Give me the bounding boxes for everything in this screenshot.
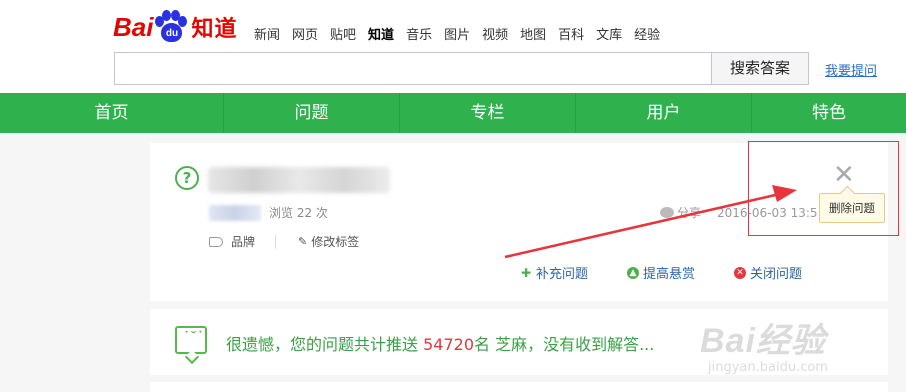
share-label[interactable]: 分享 bbox=[677, 204, 701, 221]
search-input[interactable] bbox=[114, 52, 712, 85]
nav-item-zhidao[interactable]: 知道 bbox=[368, 24, 394, 43]
nav-item-news[interactable]: 新闻 bbox=[254, 24, 280, 43]
nav-item-jingyan[interactable]: 经验 bbox=[634, 24, 660, 43]
add-details-label: 补充问题 bbox=[536, 267, 589, 282]
push-notice: 很遗憾，您的问题共计推送 54720名 芝麻，没有收到解答... bbox=[226, 331, 654, 355]
blurred-username bbox=[209, 205, 261, 221]
baidu-jingyan-watermark: Bai经验 jingyan.baidu.com bbox=[700, 313, 828, 375]
close-question-action[interactable]: ✕ 关闭问题 bbox=[734, 263, 802, 282]
sad-face-icon: ˙˘˙ bbox=[175, 326, 207, 354]
close-question-label: 关闭问题 bbox=[750, 267, 803, 282]
baidu-zhidao-logo[interactable]: Bai du 知道 bbox=[113, 6, 237, 48]
main-nav-home[interactable]: 首页 bbox=[0, 93, 224, 133]
wechat-icon[interactable] bbox=[660, 207, 674, 218]
nav-item-web[interactable]: 网页 bbox=[292, 24, 318, 43]
main-nav-columns[interactable]: 专栏 bbox=[400, 93, 576, 133]
main-nav-features[interactable]: 特色 bbox=[752, 93, 906, 133]
tag-icon bbox=[209, 236, 223, 247]
notice-suffix: 名 芝麻，没有收到解答... bbox=[474, 335, 655, 354]
product-nav: 新闻 网页 贴吧 知道 音乐 图片 视频 地图 百科 文库 经验 bbox=[254, 24, 672, 43]
main-nav-bar: 首页 问题 专栏 用户 特色 bbox=[0, 93, 906, 133]
raise-reward-label: 提高悬赏 bbox=[643, 267, 696, 282]
notice-prefix: 很遗憾，您的问题共计推送 bbox=[226, 335, 424, 354]
delete-question-tooltip: 删除问题 bbox=[819, 193, 885, 223]
logo-text-du: du bbox=[161, 23, 183, 42]
notice-count: 54720 bbox=[423, 335, 474, 354]
tag-row: 品牌 ✎ 修改标签 bbox=[209, 233, 359, 250]
nav-item-wenku[interactable]: 文库 bbox=[596, 24, 622, 43]
add-icon: ✚ bbox=[520, 265, 532, 280]
tag-label[interactable]: 品牌 bbox=[231, 233, 255, 250]
search-answer-button[interactable]: 搜索答案 bbox=[711, 52, 809, 85]
main-nav-questions[interactable]: 问题 bbox=[224, 93, 400, 133]
nav-item-map[interactable]: 地图 bbox=[520, 24, 546, 43]
next-card-edge bbox=[150, 382, 888, 392]
edit-tags-link[interactable]: 修改标签 bbox=[311, 233, 359, 250]
blurred-question-title bbox=[208, 167, 390, 193]
ask-question-link[interactable]: 我要提问 bbox=[825, 60, 877, 79]
paw-icon: du bbox=[154, 10, 188, 44]
pencil-icon: ✎ bbox=[298, 235, 308, 248]
main-nav-users[interactable]: 用户 bbox=[576, 93, 752, 133]
raise-reward-action[interactable]: ▲ 提高悬赏 bbox=[627, 263, 695, 282]
nav-item-baike[interactable]: 百科 bbox=[558, 24, 584, 43]
logo-brand-text: 知道 bbox=[191, 17, 238, 42]
nav-item-music[interactable]: 音乐 bbox=[406, 24, 432, 43]
watermark-url: jingyan.baidu.com bbox=[708, 360, 828, 375]
question-icon: ? bbox=[175, 166, 199, 190]
delete-question-close-icon[interactable]: ✕ bbox=[833, 161, 855, 189]
view-count: 浏览 22 次 bbox=[269, 206, 328, 220]
tag-divider bbox=[275, 234, 277, 249]
nav-item-tieba[interactable]: 贴吧 bbox=[330, 24, 356, 43]
nav-item-video[interactable]: 视频 bbox=[482, 24, 508, 43]
close-circle-icon: ✕ bbox=[734, 266, 746, 279]
add-details-action[interactable]: ✚ 补充问题 bbox=[520, 263, 588, 282]
watermark-logo: Bai经验 bbox=[700, 322, 826, 360]
nav-item-images[interactable]: 图片 bbox=[444, 24, 470, 43]
logo-text-bai: Bai bbox=[113, 11, 154, 42]
arrow-up-icon: ▲ bbox=[627, 266, 639, 279]
